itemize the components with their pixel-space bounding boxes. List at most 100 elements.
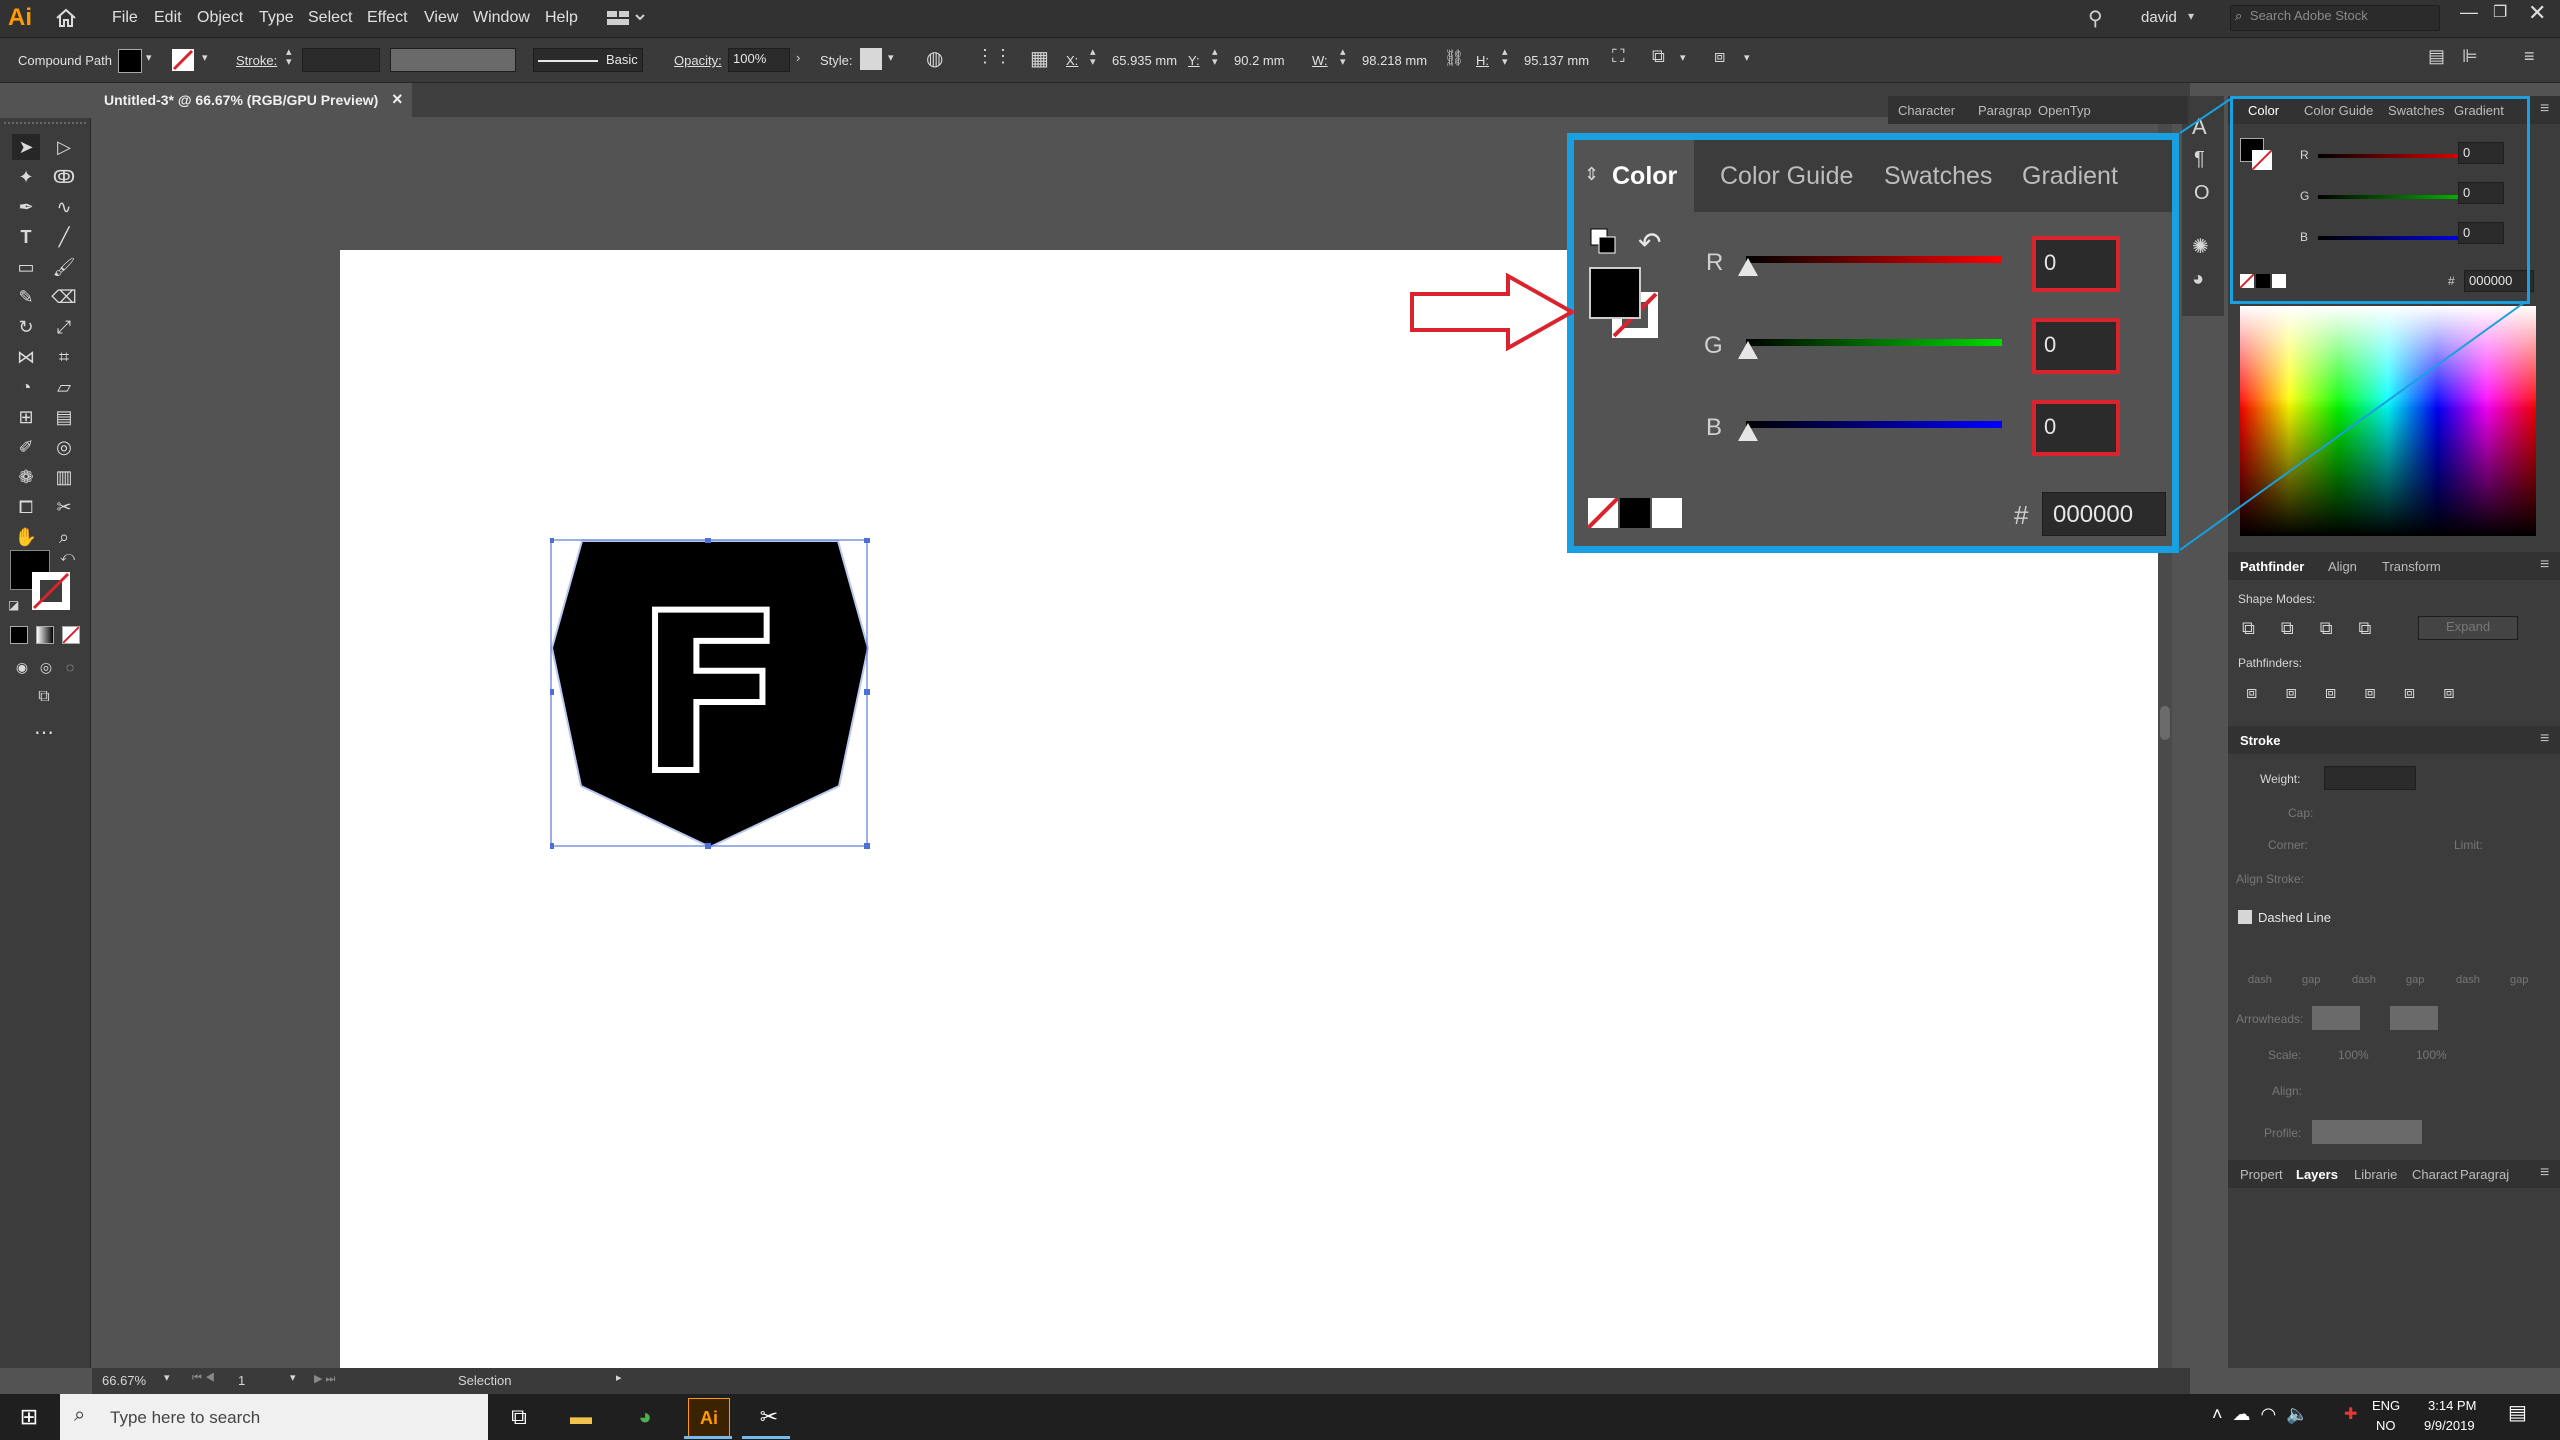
last-artboard-icon[interactable]: ▶ ⏭ (314, 1372, 335, 1386)
menu-file[interactable]: File (112, 9, 138, 27)
expand-button[interactable]: Expand (2418, 616, 2518, 640)
rotate-tool-icon[interactable]: ↻ (12, 314, 40, 340)
security-tray-icon[interactable]: ✚ (2344, 1404, 2357, 1424)
black-swatch[interactable] (1620, 498, 1650, 528)
stroke-swatch[interactable] (172, 49, 194, 71)
more-tools-icon[interactable]: ⋯ (30, 720, 58, 746)
hand-tool-icon[interactable]: ✋ (12, 524, 40, 550)
menu-lines-icon[interactable]: ≡ (2524, 46, 2535, 67)
tab-layers[interactable]: Layers (2296, 1167, 2338, 1182)
screen-mode-icon[interactable]: ⧉ (30, 684, 58, 710)
selection-tool-icon[interactable]: ➤ (12, 134, 40, 160)
arrowhead-end-select[interactable] (2390, 1006, 2438, 1030)
clock-time[interactable]: 3:14 PM (2428, 1398, 2476, 1413)
lightbulb-icon[interactable]: ⚲ (2088, 6, 2103, 31)
taskbar-search[interactable]: ⌕ Type here to search (60, 1394, 488, 1440)
blend-tool-icon[interactable]: ◎ (50, 434, 78, 460)
r-slider[interactable] (1746, 256, 2002, 263)
menu-view[interactable]: View (424, 9, 458, 27)
hex-field[interactable]: 000000 (2042, 492, 2166, 536)
menu-effect[interactable]: Effect (367, 9, 408, 27)
profile-select[interactable] (2312, 1120, 2422, 1144)
width-tool-icon[interactable]: ⋈ (12, 344, 40, 370)
transform-icon[interactable]: ⛶ (1612, 46, 1625, 67)
g-slider-handle[interactable] (1738, 341, 1758, 359)
curvature-tool-icon[interactable]: ∿ (50, 194, 78, 220)
chevron-down-icon[interactable]: ▾ (2188, 9, 2194, 23)
free-transform-tool-icon[interactable]: ⌗ (50, 344, 78, 370)
h-value[interactable]: 95.137 mm (1524, 53, 1589, 68)
isolate-icon[interactable]: ⧉ (1652, 46, 1665, 67)
graphic-style-swatch[interactable] (860, 48, 882, 70)
close-window-icon[interactable]: ✕ (2528, 0, 2546, 26)
clock-date[interactable]: 9/9/2019 (2424, 1418, 2475, 1433)
tab-properties[interactable]: Propert (2240, 1167, 2283, 1182)
weight-field[interactable] (2324, 766, 2416, 790)
chevron-down-icon[interactable]: ▾ (146, 51, 152, 64)
variable-width-field[interactable] (390, 48, 516, 72)
lasso-tool-icon[interactable]: ↂ (50, 164, 78, 190)
tab-align[interactable]: Align (2328, 559, 2357, 574)
x-value[interactable]: 65.935 mm (1112, 53, 1177, 68)
none-mode-icon[interactable] (62, 626, 80, 644)
callout-fill-swatch[interactable] (1589, 267, 1641, 319)
panel-align-icon[interactable]: ⊫ (2462, 46, 2478, 67)
chrome-icon[interactable]: ◕ (622, 1398, 668, 1436)
workspace-switcher-icon[interactable] (606, 9, 646, 27)
b-slider-handle[interactable] (1738, 423, 1758, 441)
minimize-icon[interactable]: — (2460, 2, 2478, 23)
w-value[interactable]: 98.218 mm (1362, 53, 1427, 68)
direct-selection-tool-icon[interactable]: ▷ (50, 134, 78, 160)
tab-pathfinder[interactable]: Pathfinder (2240, 559, 2304, 574)
dashed-line-checkbox[interactable] (2238, 910, 2252, 924)
system-tray-icons[interactable]: ˄☁◠🔈 (2212, 1404, 2319, 1425)
draw-inside-icon[interactable]: ◌ (56, 654, 84, 680)
tab-opentype[interactable]: OpenTyp (2038, 103, 2091, 118)
restore-icon[interactable]: ❐ (2493, 2, 2507, 22)
menu-edit[interactable]: Edit (154, 9, 182, 27)
input-language[interactable]: ENG (2372, 1398, 2400, 1413)
shape-builder-tool-icon[interactable]: ◔ (12, 374, 40, 400)
type-tool-icon[interactable]: T (12, 224, 40, 250)
chevron-down-icon[interactable]: ▾ (1680, 51, 1686, 64)
magic-wand-tool-icon[interactable]: ✦ (12, 164, 40, 190)
zoom-level[interactable]: 66.67% (102, 1373, 146, 1388)
stepper-icon[interactable]: ▴ ▾ (1502, 47, 1508, 68)
callout-tab-swatches[interactable]: Swatches (1884, 162, 1992, 191)
tab-paragraph[interactable]: Paragrap (1978, 103, 2031, 118)
swap-fill-stroke-icon[interactable]: ⤺ (60, 548, 75, 565)
tab-libraries[interactable]: Librarie (2354, 1167, 2397, 1182)
r-field[interactable]: 0 (2032, 236, 2120, 292)
b-field[interactable]: 0 (2032, 400, 2120, 456)
fill-swatch[interactable] (118, 49, 142, 73)
first-artboard-icon[interactable]: ⏮ ◀ (192, 1372, 215, 1385)
b-slider[interactable] (1746, 421, 2002, 428)
chevron-down-icon[interactable]: ▾ (202, 51, 208, 64)
scale-tool-icon[interactable]: ⤢ (50, 314, 78, 340)
artboard-tool-icon[interactable]: ⧠ (12, 494, 40, 520)
tab-paragraph[interactable]: Paragraj (2460, 1167, 2509, 1182)
default-colors-icon[interactable]: ◪ (8, 598, 19, 612)
callout-tab-gradient[interactable]: Gradient (2022, 162, 2118, 191)
chevron-right-icon[interactable]: ▸ (616, 1371, 622, 1384)
stepper-icon[interactable]: ▴ ▾ (1340, 47, 1346, 68)
menu-type[interactable]: Type (259, 9, 294, 27)
stock-search-input[interactable]: ⌕ Search Adobe Stock (2230, 5, 2440, 31)
illustrator-taskbar-icon[interactable]: Ai (688, 1398, 730, 1438)
zoom-tool-icon[interactable]: ⌕ (50, 524, 78, 550)
pen-tool-icon[interactable]: ✒ (12, 194, 40, 220)
align-icon[interactable]: ⋮⋮ (976, 46, 1012, 67)
constrain-link-icon[interactable]: ⛓ (1444, 48, 1464, 68)
callout-tab-color[interactable]: Color (1612, 162, 1677, 191)
rectangle-tool-icon[interactable]: ▭ (12, 254, 40, 280)
panel-menu-icon[interactable]: ≡ (2540, 730, 2549, 748)
document-tab[interactable]: Untitled-3* @ 66.67% (RGB/GPU Preview) × (92, 83, 412, 117)
close-tab-icon[interactable]: × (392, 89, 403, 110)
arrowhead-start-select[interactable] (2312, 1006, 2360, 1030)
recolor-icon[interactable]: ◍ (926, 46, 943, 71)
selected-artwork[interactable]: F (548, 537, 870, 850)
column-graph-tool-icon[interactable]: ▥ (50, 464, 78, 490)
panel-toggle-icon[interactable]: ▤ (2428, 46, 2445, 67)
menu-object[interactable]: Object (197, 9, 243, 27)
scale-value-2[interactable]: 100% (2416, 1048, 2447, 1062)
